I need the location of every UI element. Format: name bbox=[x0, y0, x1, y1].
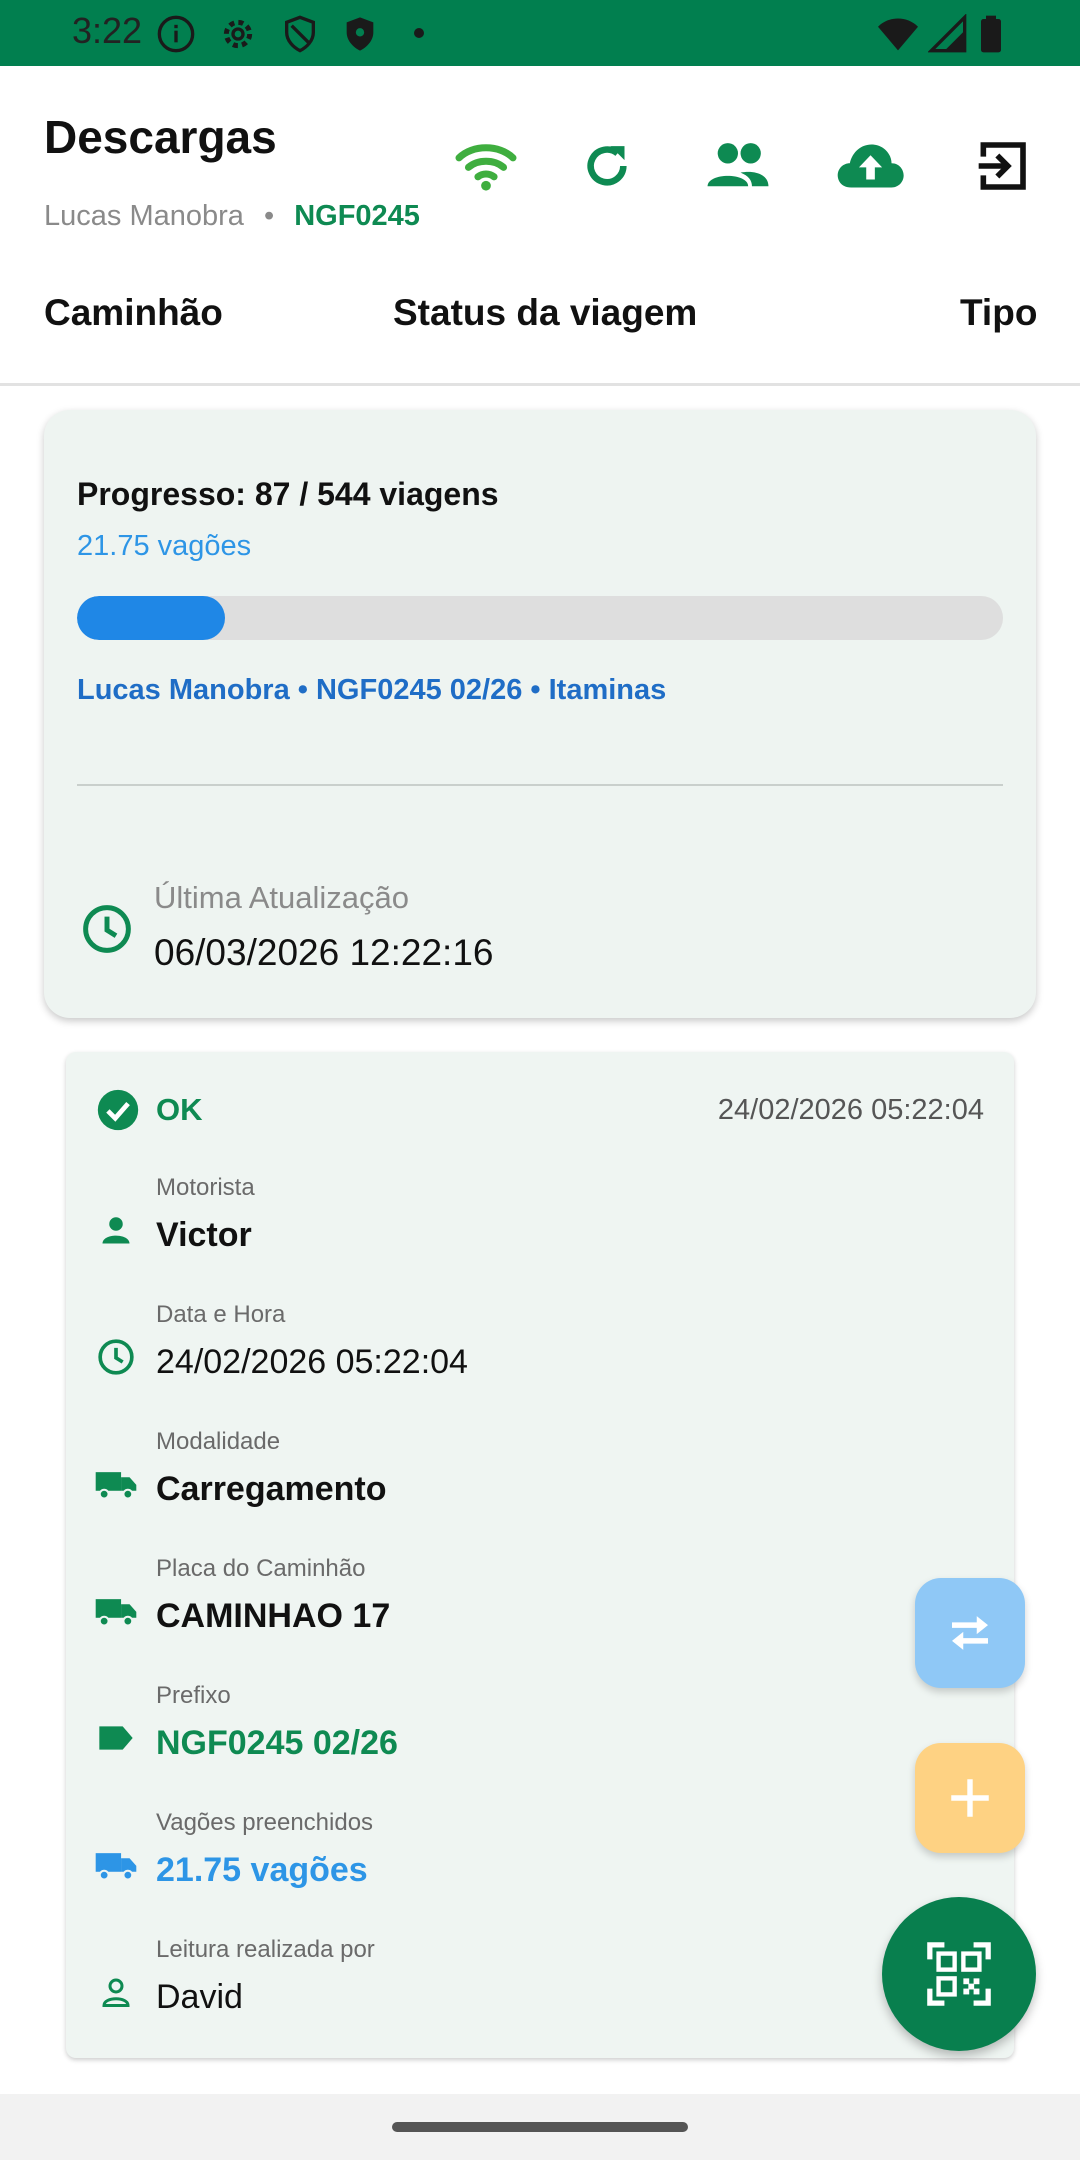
tab-status-viagem[interactable]: Status da viagem bbox=[393, 292, 697, 334]
row-label: Leitura realizada por bbox=[156, 1936, 375, 1963]
app-header: Descargas Lucas Manobra • NGF0245 bbox=[0, 66, 1080, 246]
upload-button[interactable] bbox=[830, 126, 910, 206]
system-nav-bar bbox=[0, 2094, 1080, 2160]
status-bar: 3:22 bbox=[0, 0, 1080, 66]
row-modalidade: Modalidade Carregamento bbox=[66, 1422, 1014, 1549]
header-subtitle: Lucas Manobra • NGF0245 bbox=[44, 200, 420, 233]
row-label: Placa do Caminhão bbox=[156, 1555, 366, 1582]
wifi-icon bbox=[455, 144, 517, 191]
wifi-button[interactable] bbox=[446, 126, 526, 206]
truck-plate: CAMINHAO 17 bbox=[156, 1597, 391, 1635]
refresh-button[interactable] bbox=[567, 126, 647, 206]
row-prefixo: Prefixo NGF0245 02/26 bbox=[66, 1676, 1014, 1803]
trip-status: OK bbox=[156, 1092, 203, 1127]
swap-button[interactable] bbox=[915, 1578, 1025, 1688]
check-circle-icon bbox=[97, 1089, 139, 1131]
progress-wagons: 21.75 vagões bbox=[77, 530, 252, 562]
row-vagoes: Vagões preenchidos 21.75 vagões bbox=[66, 1803, 1014, 1930]
progress-bar bbox=[77, 596, 1003, 640]
add-button[interactable] bbox=[915, 1743, 1025, 1853]
wagons-filled: 21.75 vagões bbox=[156, 1851, 368, 1889]
row-label: Vagões preenchidos bbox=[156, 1809, 374, 1836]
progress-info: Lucas Manobra • NGF0245 02/26 • Itaminas bbox=[77, 674, 667, 706]
progress-card: Progresso: 87 / 544 viagens 21.75 vagões… bbox=[44, 410, 1036, 1018]
trip-prefix: NGF0245 02/26 bbox=[156, 1724, 398, 1762]
signal-icon bbox=[927, 13, 968, 59]
refresh-icon bbox=[587, 146, 627, 186]
dot-icon bbox=[412, 26, 426, 45]
logout-icon bbox=[978, 142, 1026, 190]
qr-code-icon bbox=[927, 1942, 991, 2006]
user-name: Lucas Manobra bbox=[44, 200, 244, 232]
truck-icon bbox=[94, 1589, 138, 1633]
info-icon bbox=[156, 14, 196, 59]
person-icon bbox=[94, 1208, 138, 1252]
truck-icon bbox=[94, 1843, 138, 1887]
swap-icon bbox=[952, 1616, 988, 1650]
qr-scan-button[interactable] bbox=[882, 1897, 1036, 2051]
trip-card[interactable]: OK 24/02/2026 05:22:04 Motorista Victor … bbox=[66, 1052, 1014, 2058]
add-icon bbox=[951, 1779, 989, 1817]
gesture-handle[interactable] bbox=[392, 2122, 688, 2132]
logout-button[interactable] bbox=[962, 126, 1042, 206]
people-button[interactable] bbox=[698, 126, 778, 206]
trip-date: 24/02/2026 05:22:04 bbox=[717, 1094, 984, 1126]
progress-bar-fill bbox=[77, 596, 226, 640]
last-update-value: 06/03/2026 12:22:16 bbox=[154, 932, 494, 973]
driver-name: Victor bbox=[156, 1216, 252, 1254]
trip-modality: Carregamento bbox=[156, 1470, 387, 1508]
tab-caminhao[interactable]: Caminhão bbox=[44, 292, 223, 334]
progress-title: Progresso: 87 / 544 viagens bbox=[77, 476, 499, 512]
row-data-hora: Data e Hora 24/02/2026 05:22:04 bbox=[66, 1295, 1014, 1422]
tag-icon bbox=[94, 1716, 138, 1760]
wifi-icon bbox=[876, 14, 920, 59]
read-by: David bbox=[156, 1978, 243, 2016]
battery-icon bbox=[978, 14, 1004, 59]
page-title: Descargas bbox=[44, 111, 277, 163]
last-update-label: Última Atualização bbox=[154, 880, 410, 915]
gear-icon bbox=[218, 14, 258, 59]
divider bbox=[77, 784, 1003, 786]
truck-icon bbox=[94, 1462, 138, 1506]
vehicle-plate: NGF0245 bbox=[294, 200, 420, 232]
filter-tabs: Caminhão Status da viagem Tipo bbox=[0, 246, 1080, 386]
person-outline-icon bbox=[94, 1970, 138, 2014]
row-placa: Placa do Caminhão CAMINHAO 17 bbox=[66, 1549, 1014, 1676]
status-time: 3:22 bbox=[72, 10, 143, 51]
trip-datetime: 24/02/2026 05:22:04 bbox=[156, 1343, 468, 1381]
row-label: Prefixo bbox=[156, 1682, 231, 1709]
row-label: Modalidade bbox=[156, 1428, 281, 1455]
row-label: Motorista bbox=[156, 1174, 255, 1201]
cloud-upload-icon bbox=[837, 144, 904, 188]
row-motorista: Motorista Victor bbox=[66, 1168, 1014, 1295]
clock-icon bbox=[83, 905, 131, 953]
people-icon bbox=[707, 143, 769, 187]
row-leitura: Leitura realizada por David bbox=[66, 1930, 1014, 2057]
clock-icon bbox=[94, 1335, 138, 1379]
tab-tipo[interactable]: Tipo bbox=[960, 292, 1037, 334]
shield-icon bbox=[280, 14, 320, 59]
subtitle-separator: • bbox=[263, 200, 275, 232]
row-label: Data e Hora bbox=[156, 1301, 286, 1328]
shield-filled-icon bbox=[340, 14, 380, 59]
